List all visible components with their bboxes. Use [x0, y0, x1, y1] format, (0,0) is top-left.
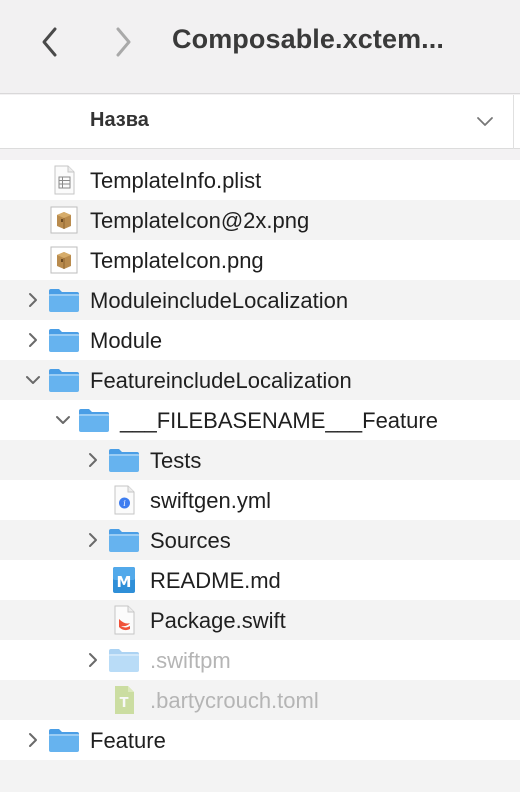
item-name: Module	[90, 328, 163, 353]
chevron-right-icon	[29, 733, 37, 747]
chevron-right-icon	[29, 293, 37, 307]
finder-toolbar: Composable.xctem...	[0, 0, 520, 94]
disclosure-triangle[interactable]	[24, 330, 42, 350]
sort-button[interactable]	[474, 112, 496, 132]
toml-file-icon: T	[108, 686, 140, 714]
back-button[interactable]	[30, 22, 70, 62]
item-name: Package.swift	[150, 608, 286, 633]
folder-icon	[108, 646, 140, 674]
name-column-header[interactable]: Назва	[90, 109, 149, 132]
plist-file-icon	[48, 165, 80, 195]
file-row[interactable]: TemplateIcon@2x.png	[0, 200, 520, 240]
image-file-icon	[48, 206, 80, 234]
disclosure-triangle[interactable]	[24, 290, 42, 310]
chevron-right-icon	[116, 27, 131, 57]
file-row[interactable]: M README.md	[0, 560, 520, 600]
disclosure-triangle[interactable]	[84, 530, 102, 550]
chevron-down-icon	[56, 416, 70, 424]
folder-icon	[48, 286, 80, 314]
chevron-left-icon	[42, 27, 57, 57]
file-row[interactable]: Package.swift	[0, 600, 520, 640]
folder-row[interactable]: Feature	[0, 720, 520, 760]
svg-text:M: M	[117, 573, 132, 591]
folder-icon	[48, 326, 80, 354]
file-row[interactable]: TemplateInfo.plist	[0, 160, 520, 200]
folder-icon	[108, 446, 140, 474]
column-header[interactable]: Назва	[0, 95, 520, 149]
markdown-file-icon: M	[108, 566, 140, 594]
folder-row[interactable]: .swiftpm	[0, 640, 520, 680]
window-title: Composable.xctem...	[172, 24, 444, 54]
folder-row[interactable]: Module	[0, 320, 520, 360]
folder-row[interactable]: Tests	[0, 440, 520, 480]
disclosure-triangle[interactable]	[84, 450, 102, 470]
image-file-icon	[48, 246, 80, 274]
chevron-right-icon	[29, 333, 37, 347]
list-background	[0, 760, 520, 792]
item-name: TemplateIcon.png	[90, 248, 264, 273]
column-divider	[513, 95, 514, 149]
file-row[interactable]: i swiftgen.yml	[0, 480, 520, 520]
item-name: .bartycrouch.toml	[150, 688, 319, 713]
folder-row[interactable]: ___FILEBASENAME___Feature	[0, 400, 520, 440]
item-name: FeatureincludeLocalization	[90, 368, 352, 393]
item-name: README.md	[150, 568, 281, 593]
item-name: .swiftpm	[150, 648, 231, 673]
item-name: Sources	[150, 528, 231, 553]
disclosure-triangle[interactable]	[84, 650, 102, 670]
item-name: ___FILEBASENAME___Feature	[120, 408, 438, 433]
folder-row[interactable]: Sources	[0, 520, 520, 560]
folder-icon	[108, 526, 140, 554]
item-name: swiftgen.yml	[150, 488, 272, 513]
svg-text:T: T	[120, 696, 129, 711]
disclosure-triangle[interactable]	[24, 730, 42, 750]
folder-icon	[78, 406, 110, 434]
item-name: ModuleincludeLocalization	[90, 288, 349, 313]
swift-file-icon	[108, 605, 140, 635]
folder-icon	[48, 366, 80, 394]
item-name: TemplateIcon@2x.png	[90, 208, 310, 233]
chevron-right-icon	[89, 653, 97, 667]
disclosure-triangle[interactable]	[54, 410, 72, 430]
file-row[interactable]: T .bartycrouch.toml	[0, 680, 520, 720]
item-name: Feature	[90, 728, 166, 753]
folder-icon	[48, 726, 80, 754]
yml-file-icon: i	[108, 485, 140, 515]
file-row[interactable]: TemplateIcon.png	[0, 240, 520, 280]
item-name: Tests	[150, 448, 202, 473]
svg-text:i: i	[123, 499, 126, 508]
chevron-right-icon	[89, 533, 97, 547]
folder-row[interactable]: ModuleincludeLocalization	[0, 280, 520, 320]
file-list: TemplateInfo.plist TemplateIcon@2x.png Tem…	[0, 160, 520, 760]
forward-button[interactable]	[103, 22, 143, 62]
chevron-down-icon	[26, 376, 40, 384]
item-name: TemplateInfo.plist	[90, 168, 262, 193]
disclosure-triangle[interactable]	[24, 370, 42, 390]
folder-row[interactable]: FeatureincludeLocalization	[0, 360, 520, 400]
chevron-down-icon	[477, 117, 493, 126]
chevron-right-icon	[89, 453, 97, 467]
